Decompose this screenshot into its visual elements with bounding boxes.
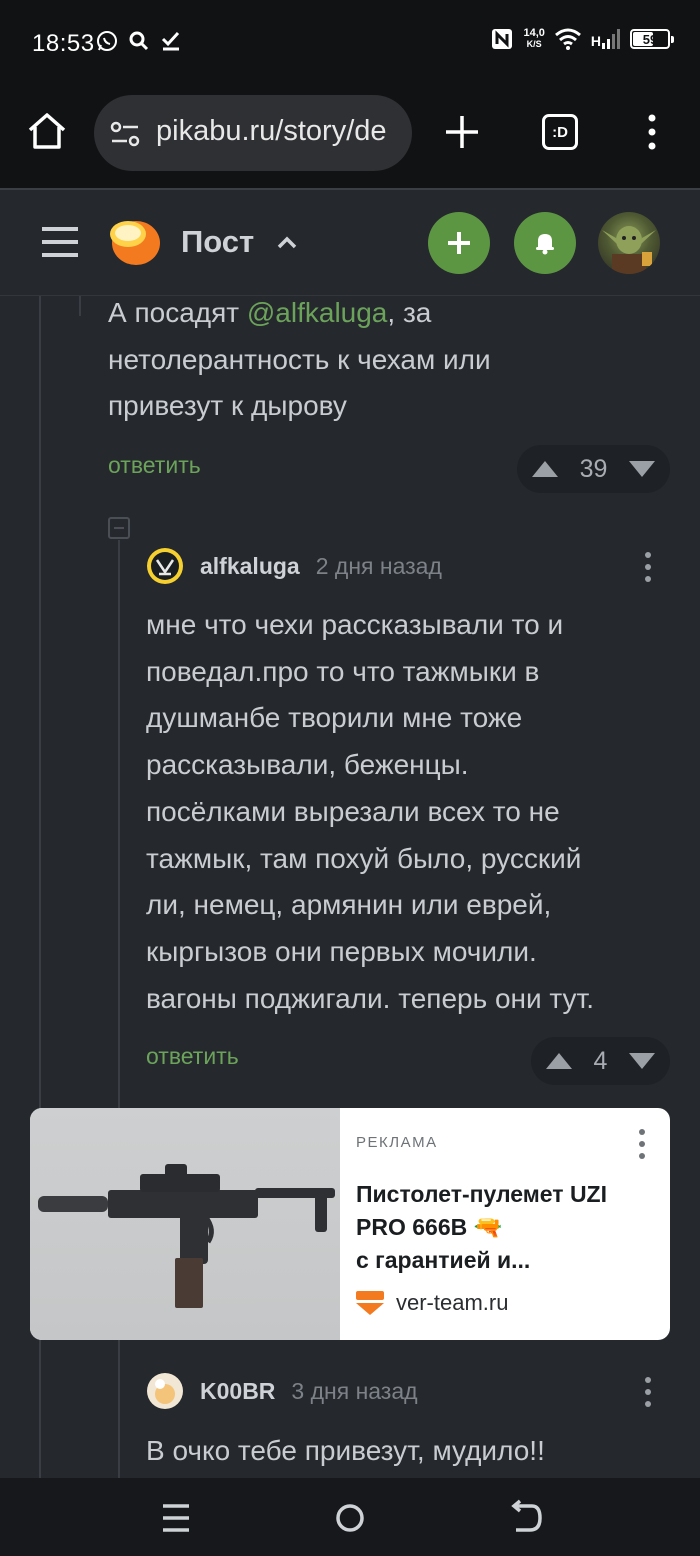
ad-source[interactable]: ver-team.ru [356, 1290, 508, 1316]
home-icon[interactable] [26, 110, 68, 152]
signal-icon [602, 29, 620, 49]
menu-icon[interactable] [42, 226, 78, 258]
ad-title-line[interactable]: с гарантией и... [356, 1244, 646, 1277]
comment-text: тажмык, там похуй было, русский [146, 842, 582, 874]
comment-text: нетолерантность к чехам или [108, 343, 491, 375]
reply-link[interactable]: ответить [108, 452, 201, 479]
site-settings-icon[interactable] [110, 121, 140, 147]
comment-text: А посадят [108, 297, 247, 328]
comment-body: А посадят @alfkaluga, за нетолерантность… [108, 290, 668, 430]
comment-time: 2 дня назад [315, 552, 442, 579]
smg-image-icon [38, 1164, 335, 1308]
recents-icon[interactable] [156, 1498, 196, 1538]
ver-team-logo [356, 1291, 384, 1315]
home-circle-icon[interactable] [330, 1498, 370, 1538]
battery-icon: 59 [630, 29, 674, 49]
tabs-icon[interactable]: :D [542, 114, 578, 150]
vote-control: 4 [531, 1037, 670, 1085]
comment-time: 3 дня назад [291, 1377, 418, 1404]
ad-label: РЕКЛАМА [356, 1134, 438, 1151]
comment-text: посёлками вырезали всех то не [146, 795, 560, 827]
notifications-button[interactable] [514, 212, 576, 274]
net-speed-unit: K/S [526, 39, 542, 49]
comment-author[interactable]: alfkaluga [200, 553, 300, 580]
system-nav-bar [0, 1478, 700, 1556]
back-icon[interactable] [506, 1498, 546, 1538]
downvote-icon[interactable] [628, 1052, 656, 1070]
address-bar[interactable]: pikabu.ru/story/de [94, 95, 412, 171]
comment-text: душманбе творили мне тоже [146, 702, 523, 734]
status-time: 18:53 [32, 30, 95, 57]
ad-image[interactable] [30, 1108, 340, 1340]
vote-count: 39 [579, 454, 608, 483]
page-title[interactable]: Пост [181, 224, 254, 260]
downvote-icon[interactable] [628, 460, 656, 478]
more-vert-icon[interactable] [644, 1376, 652, 1408]
upvote-icon[interactable] [545, 1052, 573, 1070]
avatar[interactable] [146, 547, 184, 585]
plus-icon[interactable] [444, 114, 480, 150]
thread-line[interactable] [118, 540, 120, 1108]
avatar[interactable] [146, 1372, 184, 1410]
comment-header: alfkaluga 2 дня назад [146, 547, 442, 585]
browser-toolbar: pikabu.ru/story/de :D [0, 88, 700, 188]
net-speed-value: 14,0 [523, 27, 545, 39]
comment-text: , за [387, 297, 432, 328]
comment-text: ли, немец, армянин или еврей, [146, 889, 552, 921]
reply-link[interactable]: ответить [146, 1043, 239, 1070]
upvote-icon[interactable] [531, 460, 559, 478]
ad-domain[interactable]: ver-team.ru [396, 1290, 508, 1316]
more-vert-icon[interactable] [638, 1128, 646, 1160]
app-header: Пост [0, 188, 700, 296]
vote-count: 4 [593, 1046, 608, 1075]
mention-link[interactable]: @alfkaluga [247, 297, 388, 328]
battery-level: 59 [642, 31, 658, 47]
comment-header: K00BR 3 дня назад [146, 1372, 418, 1410]
vote-control: 39 [517, 445, 670, 493]
search-icon [129, 31, 149, 51]
more-vert-icon[interactable] [640, 112, 664, 152]
ad-card[interactable]: РЕКЛАМА Пистолет-пулемет UZI PRO 666B 🔫 … [30, 1108, 670, 1340]
comment-text: поведал.про то что тажмыки в [146, 655, 540, 687]
signal-type-label: H [590, 33, 601, 49]
wifi-icon [554, 28, 581, 50]
status-bar: 18:53 14,0 K/S H 59 [0, 0, 700, 88]
nfc-icon [492, 29, 513, 49]
plus-icon [448, 232, 470, 254]
avatar[interactable] [598, 212, 660, 274]
comment-body: В очко тебе привезут, мудило!! [146, 1435, 545, 1466]
whatsapp-icon [97, 31, 117, 51]
pikabu-logo[interactable] [106, 216, 162, 268]
add-post-button[interactable] [428, 212, 490, 274]
comment-body: мне что чехи рассказывали то и поведал.п… [146, 602, 676, 1022]
goblin-avatar-icon [602, 226, 656, 274]
more-vert-icon[interactable] [644, 551, 652, 583]
net-speed: 14,0 K/S [523, 28, 544, 50]
comment-text: вагоны поджигали. теперь они тут. [146, 982, 595, 1014]
comment-text: мне что чехи рассказывали то и [146, 609, 564, 640]
comment-text: привезут к дырову [108, 390, 347, 422]
comment-text: кыргызов они первых мочили. [146, 935, 537, 967]
chevron-up-icon[interactable] [276, 234, 298, 250]
bell-icon [536, 234, 554, 255]
ad-title-line[interactable]: Пистолет-пулемет UZI [356, 1178, 646, 1211]
url-text[interactable]: pikabu.ru/story/de [156, 115, 387, 148]
ad-title[interactable]: Пистолет-пулемет UZI PRO 666B 🔫 с гарант… [356, 1178, 646, 1277]
download-done-icon [161, 31, 180, 51]
ad-title-line[interactable]: PRO 666B 🔫 [356, 1211, 646, 1244]
thread-line[interactable] [79, 296, 81, 316]
thread-line[interactable] [118, 1340, 120, 1478]
collapse-thread-button[interactable] [108, 517, 130, 539]
comment-author[interactable]: K00BR [200, 1378, 275, 1405]
comment-text: рассказывали, беженцы. [146, 749, 469, 781]
